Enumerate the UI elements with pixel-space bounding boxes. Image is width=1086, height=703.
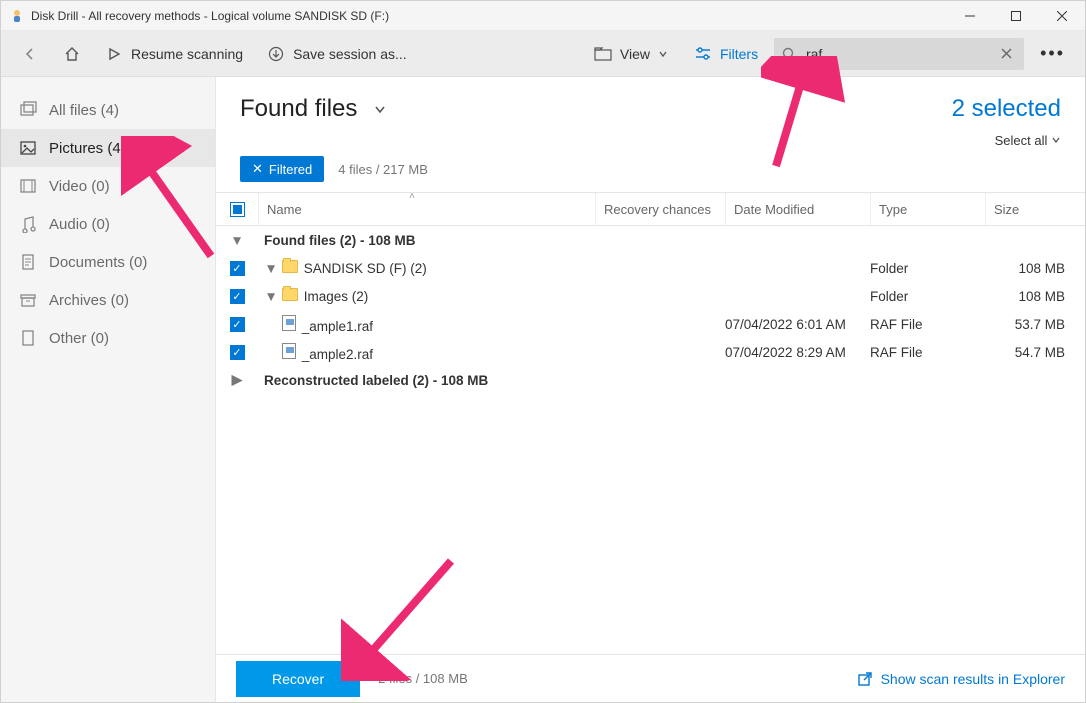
- search-icon: [780, 45, 798, 63]
- sidebar-item-label: Other (0): [49, 330, 109, 347]
- folder-outline-icon: [594, 45, 612, 63]
- filtered-label: Filtered: [269, 162, 312, 177]
- maximize-button[interactable]: [993, 1, 1039, 31]
- table-body: ▼ Found files (2) - 108 MB ✓ ▼ SANDISK S…: [216, 226, 1085, 654]
- more-menu-button[interactable]: •••: [1030, 43, 1075, 64]
- save-session-button[interactable]: Save session as...: [257, 39, 417, 69]
- sidebar-item-label: Pictures (4): [49, 140, 126, 157]
- group-row[interactable]: ▼ Found files (2) - 108 MB: [216, 226, 1085, 254]
- download-icon: [267, 45, 285, 63]
- file-icon: [19, 329, 37, 347]
- sidebar-item-archives[interactable]: Archives (0): [1, 281, 215, 319]
- file-icon: [282, 315, 296, 331]
- toolbar: Resume scanning Save session as... View …: [1, 31, 1085, 77]
- titlebar: Disk Drill - All recovery methods - Logi…: [1, 1, 1085, 31]
- expand-icon[interactable]: ▶: [230, 372, 244, 388]
- window-title: Disk Drill - All recovery methods - Logi…: [31, 9, 389, 23]
- table-row[interactable]: ✓ ▼ SANDISK SD (F) (2) Folder 108 MB: [216, 254, 1085, 282]
- footer-summary: 2 files / 108 MB: [378, 671, 468, 686]
- table-row[interactable]: ✓ ▼ Images (2) Folder 108 MB: [216, 282, 1085, 310]
- back-button[interactable]: [11, 39, 49, 69]
- document-icon: [19, 253, 37, 271]
- collapse-icon[interactable]: ▼: [264, 289, 278, 304]
- music-icon: [19, 215, 37, 233]
- recover-button[interactable]: Recover: [236, 661, 360, 697]
- sliders-icon: [694, 45, 712, 63]
- save-session-label: Save session as...: [293, 46, 407, 62]
- sidebar-item-label: All files (4): [49, 102, 119, 119]
- sidebar-item-label: Audio (0): [49, 216, 110, 233]
- resume-label: Resume scanning: [131, 46, 243, 62]
- filters-button[interactable]: Filters: [684, 39, 768, 69]
- row-checkbox[interactable]: ✓: [230, 289, 245, 304]
- group-row[interactable]: ▶ Reconstructed labeled (2) - 108 MB: [216, 366, 1085, 394]
- filters-label: Filters: [720, 46, 758, 62]
- footer: Recover 2 files / 108 MB Show scan resul…: [216, 654, 1085, 702]
- close-icon: ✕: [252, 161, 263, 177]
- folder-icon: [282, 288, 298, 301]
- resume-scanning-button[interactable]: Resume scanning: [95, 39, 253, 69]
- home-button[interactable]: [53, 39, 91, 69]
- home-icon: [63, 45, 81, 63]
- col-type[interactable]: Type: [870, 193, 985, 225]
- collapse-icon[interactable]: ▼: [230, 233, 244, 248]
- sort-indicator-icon: ˄: [409, 191, 415, 202]
- sidebar-item-audio[interactable]: Audio (0): [1, 205, 215, 243]
- file-summary: 4 files / 217 MB: [338, 162, 428, 177]
- filtered-chip[interactable]: ✕ Filtered: [240, 156, 324, 182]
- col-size[interactable]: Size: [985, 193, 1085, 225]
- select-all-checkbox[interactable]: [230, 202, 245, 217]
- play-icon: [105, 45, 123, 63]
- folder-icon: [282, 260, 298, 273]
- external-link-icon: [857, 671, 873, 687]
- sidebar-item-label: Archives (0): [49, 292, 129, 309]
- selected-count: 2 selected: [952, 95, 1061, 123]
- group-label: Found files (2) - 108 MB: [258, 233, 595, 248]
- page-title: Found files: [240, 95, 357, 123]
- close-button[interactable]: [1039, 1, 1085, 31]
- row-checkbox[interactable]: ✓: [230, 317, 245, 332]
- row-checkbox[interactable]: ✓: [230, 261, 245, 276]
- minimize-button[interactable]: [947, 1, 993, 31]
- sidebar-item-label: Documents (0): [49, 254, 147, 271]
- view-dropdown[interactable]: View: [584, 39, 678, 69]
- sidebar: All files (4) Pictures (4) Video (0) Aud…: [1, 77, 216, 702]
- sidebar-item-pictures[interactable]: Pictures (4): [1, 129, 215, 167]
- show-in-explorer-link[interactable]: Show scan results in Explorer: [857, 671, 1065, 687]
- table-row[interactable]: ✓ _ample2.raf 07/04/2022 8:29 AM RAF Fil…: [216, 338, 1085, 366]
- arrow-left-icon: [21, 45, 39, 63]
- film-icon: [19, 177, 37, 195]
- col-date[interactable]: Date Modified: [725, 193, 870, 225]
- collapse-icon[interactable]: ▼: [264, 261, 278, 276]
- select-all-button[interactable]: Select all: [995, 133, 1061, 148]
- row-checkbox[interactable]: ✓: [230, 345, 245, 360]
- sidebar-item-documents[interactable]: Documents (0): [1, 243, 215, 281]
- archive-icon: [19, 291, 37, 309]
- app-icon: [9, 8, 25, 24]
- image-icon: [19, 139, 37, 157]
- sidebar-item-video[interactable]: Video (0): [1, 167, 215, 205]
- table-header: Name˄ Recovery chances Date Modified Typ…: [216, 192, 1085, 226]
- chevron-down-icon: [658, 49, 668, 59]
- clear-search-button[interactable]: [995, 48, 1018, 59]
- sidebar-item-label: Video (0): [49, 178, 110, 195]
- sidebar-item-all-files[interactable]: All files (4): [1, 91, 215, 129]
- file-icon: [282, 343, 296, 359]
- col-recovery[interactable]: Recovery chances: [595, 193, 725, 225]
- view-label: View: [620, 46, 650, 62]
- group-label: Reconstructed labeled (2) - 108 MB: [258, 373, 595, 388]
- content-area: Found files 2 selected Select all ✕ Filt…: [216, 77, 1085, 702]
- title-dropdown[interactable]: [373, 102, 387, 116]
- table-row[interactable]: ✓ _ample1.raf 07/04/2022 6:01 AM RAF Fil…: [216, 310, 1085, 338]
- stack-icon: [19, 101, 37, 119]
- search-box[interactable]: [774, 38, 1024, 70]
- sidebar-item-other[interactable]: Other (0): [1, 319, 215, 357]
- col-name[interactable]: Name˄: [258, 193, 595, 225]
- search-input[interactable]: [798, 46, 995, 62]
